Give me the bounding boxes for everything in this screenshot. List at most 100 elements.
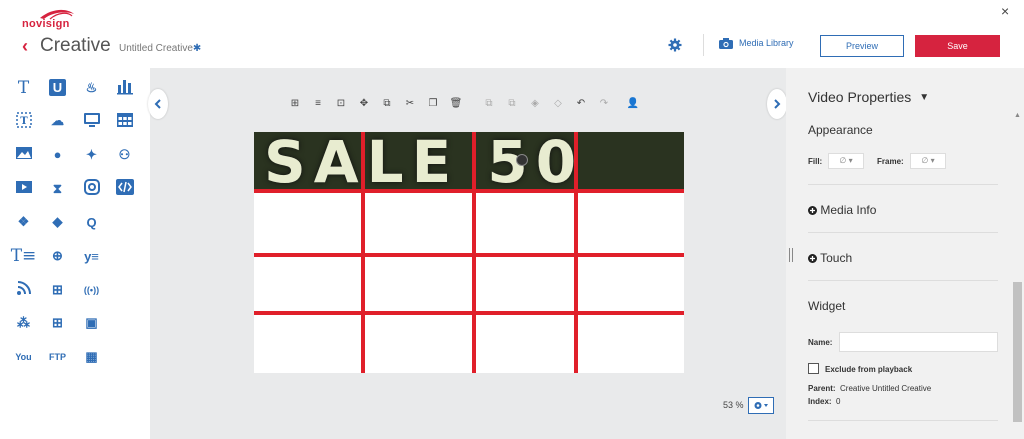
parent-info: Parent: Creative Untitled Creative [808, 384, 931, 393]
video-widget[interactable]: SALE 50 [254, 132, 684, 190]
table-icon [116, 111, 134, 132]
tool-yammer[interactable]: y≡ [76, 240, 107, 272]
tool-q-widget[interactable]: Q [76, 206, 107, 238]
divider [808, 420, 998, 421]
tool-image[interactable] [8, 139, 39, 171]
move-icon[interactable]: ✥ [356, 95, 372, 111]
grid-line-v3 [574, 132, 578, 373]
tool-image-360[interactable]: ▣ [76, 307, 107, 339]
play-icon[interactable] [516, 154, 528, 166]
tool-weather[interactable]: ☁ [42, 105, 73, 137]
close-icon[interactable]: × [1001, 3, 1009, 19]
gear-icon[interactable] [668, 38, 682, 52]
media-info-toggle[interactable]: Media Info [808, 203, 876, 217]
scroll-thumb[interactable] [1013, 282, 1022, 422]
tool-rss-grid[interactable]: ⁂ [8, 307, 39, 339]
monitor-icon [83, 111, 101, 132]
code-icon [115, 178, 134, 199]
add-user-icon[interactable]: 👤 [625, 95, 641, 111]
preview-button[interactable]: Preview [820, 35, 904, 57]
grid-line-h2 [254, 253, 684, 257]
properties-title[interactable]: Video Properties ▼ [808, 89, 929, 105]
tool-broadcast[interactable]: ((•)) [76, 274, 107, 306]
tool-web-grid[interactable]: ⊞ [42, 274, 73, 306]
tool-rss-hand[interactable]: ♨ [76, 72, 107, 103]
canvas-area: ⊞ ≡ ⊡ ✥ ⧉ ✂ ❐ 🗑 ⧉ ⧉ ◈ ◇ ↶ ↷ 👤 SALE 50 53 % [148, 68, 787, 439]
back-button[interactable]: ‹ [22, 37, 28, 55]
tool-instagram[interactable] [76, 173, 107, 205]
zoom-dropdown[interactable] [748, 397, 774, 414]
properties-title-text: Video Properties [808, 89, 912, 105]
frame-label: Frame: [877, 157, 904, 166]
tool-text-box[interactable]: T [8, 105, 39, 137]
q-icon: Q [86, 214, 97, 230]
scroll-up-arrow[interactable]: ▲ [1011, 112, 1024, 124]
text-icon: T [17, 77, 30, 98]
tool-clock[interactable]: ● [42, 139, 73, 171]
tool-audience[interactable]: ⚇ [109, 139, 140, 171]
tool-ftp[interactable]: FTP [42, 341, 73, 373]
collapse-right-button[interactable] [767, 89, 787, 119]
tool-shapes[interactable]: ◆ [42, 206, 73, 238]
creative-canvas[interactable]: SALE 50 [254, 132, 684, 373]
creative-name-text: Untitled Creative [119, 43, 193, 54]
tool-web[interactable]: ⊕ [42, 240, 73, 272]
web-image-icon: ⊞ [52, 315, 63, 331]
forward-icon[interactable]: ◈ [527, 95, 543, 111]
backward-icon[interactable]: ◇ [550, 95, 566, 111]
panel-resize-handle[interactable] [789, 248, 793, 262]
tool-timer[interactable]: ⧗ [42, 173, 73, 205]
page-title: Creative [40, 35, 111, 56]
touch-toggle[interactable]: Touch [808, 251, 852, 265]
redo-icon[interactable]: ↷ [596, 95, 612, 111]
properties-panel: Video Properties ▼ Appearance Fill: ∅ ▾ F… [786, 68, 1024, 439]
zoom-level: 53 % [723, 400, 744, 410]
grid-line-h3 [254, 311, 684, 315]
tool-u-widget[interactable]: U [42, 72, 73, 103]
media-library-button[interactable]: Media Library [719, 38, 794, 50]
tool-calendar[interactable]: ▦ [76, 341, 107, 373]
youtube-icon: You [15, 352, 32, 363]
frame-select[interactable]: ∅ ▾ [910, 153, 946, 169]
tool-youtube[interactable]: You [8, 341, 39, 373]
image-360-icon: ▣ [85, 315, 98, 331]
video-frame-text: SALE 50 [264, 132, 585, 190]
novisign-logo: novisign [22, 8, 82, 30]
grid-line-v1 [361, 132, 365, 373]
feed-icon: ♨ [85, 79, 98, 95]
zoom-settings-icon [754, 402, 768, 409]
align-icon[interactable]: ≡ [310, 95, 326, 111]
widget-name-input[interactable] [839, 332, 998, 352]
unsaved-mark: ✱ [192, 43, 202, 54]
text-box-icon: T [15, 111, 33, 132]
save-button[interactable]: Save [915, 35, 1000, 57]
paste-icon[interactable]: ❐ [425, 95, 441, 111]
tool-monitor[interactable] [76, 105, 107, 137]
parent-label: Parent: [808, 384, 836, 393]
exclude-checkbox[interactable] [808, 363, 819, 374]
properties-scrollbar[interactable]: ▲ [1011, 112, 1024, 439]
scissors-icon[interactable]: ✂ [402, 95, 418, 111]
tool-chart[interactable] [109, 72, 140, 103]
tool-table[interactable] [109, 105, 140, 137]
bring-front-icon[interactable]: ⧉ [481, 95, 497, 111]
tool-slides[interactable]: ❖ [8, 206, 39, 238]
tool-web-image[interactable]: ⊞ [42, 307, 73, 339]
grid-icon[interactable]: ⊞ [287, 95, 303, 111]
tool-html[interactable] [109, 173, 140, 205]
send-back-icon[interactable]: ⧉ [504, 95, 520, 111]
copy-style-icon[interactable]: ⧉ [379, 95, 395, 111]
tool-text[interactable]: T [8, 72, 39, 103]
fit-icon[interactable]: ⊡ [333, 95, 349, 111]
collapse-left-button[interactable] [148, 89, 168, 119]
touch-label: Touch [820, 251, 853, 265]
tool-twitter[interactable]: ✦ [76, 139, 107, 171]
creative-name[interactable]: Untitled Creative✱ [119, 43, 201, 54]
undo-icon[interactable]: ↶ [573, 95, 589, 111]
trash-icon[interactable]: 🗑 [448, 95, 464, 111]
tool-video[interactable] [8, 173, 39, 205]
tool-rss[interactable] [8, 274, 39, 306]
parent-value: Creative Untitled Creative [840, 384, 932, 393]
tool-text-list[interactable]: T≡ [8, 240, 39, 272]
fill-select[interactable]: ∅ ▾ [828, 153, 864, 169]
